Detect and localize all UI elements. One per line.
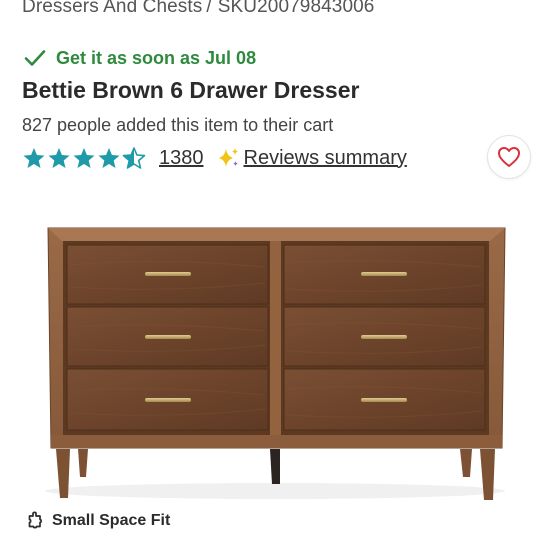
star-icon — [73, 147, 95, 168]
breadcrumb-sku: SKU20079843006 — [217, 0, 375, 17]
sparkle-icon — [216, 146, 240, 170]
puzzle-icon — [28, 511, 42, 529]
breadcrumb-separator: / — [206, 0, 212, 17]
delivery-estimate: Get it as soon as Jul 08 — [24, 46, 256, 70]
reviews-summary-link[interactable]: Reviews summary — [244, 147, 407, 170]
half-star-icon — [122, 146, 146, 169]
cart-count-text: 827 people added this item to their cart — [22, 115, 334, 135]
breadcrumb-category-link[interactable]: Dressers And Chests — [22, 0, 202, 17]
badge-label: Small Space Fit — [52, 512, 171, 529]
delivery-text: Get it as soon as Jul 08 — [56, 47, 257, 68]
product-image[interactable] — [0, 195, 553, 505]
star-rating[interactable] — [22, 146, 147, 170]
star-icon — [98, 147, 120, 168]
product-title: Bettie Brown 6 Drawer Dresser — [22, 77, 360, 103]
star-icon — [23, 147, 45, 168]
rating-row: 1380 Reviews summary — [22, 144, 407, 172]
heart-outline-icon — [498, 147, 520, 167]
favorite-button[interactable] — [487, 135, 531, 179]
review-count-link[interactable]: 1380 — [159, 147, 204, 170]
small-space-fit-badge: Small Space Fit — [26, 510, 170, 532]
breadcrumb: Dressers And Chests / SKU20079843006 — [22, 0, 374, 18]
star-icon — [48, 147, 70, 168]
check-icon — [24, 50, 46, 66]
